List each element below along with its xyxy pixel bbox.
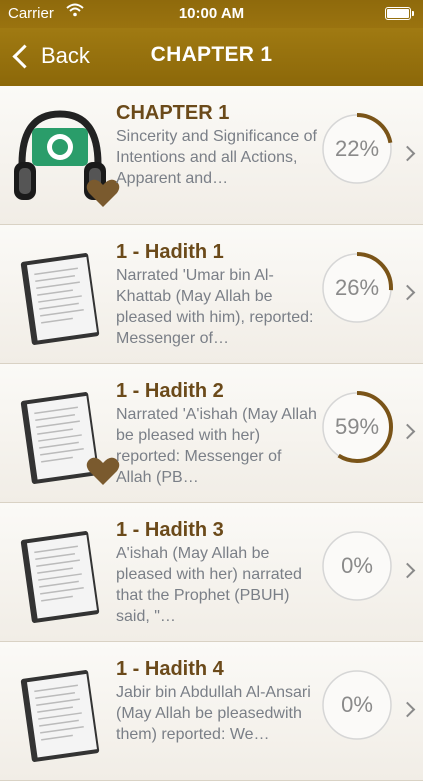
battery-icon [385,7,414,20]
list-item[interactable]: 1 - Hadith 1 Narrated 'Umar bin Al-Khatt… [0,225,423,364]
chevron-right-icon [399,562,416,579]
progress-percent: 0% [341,553,373,578]
favorite-heart-icon[interactable] [86,178,120,208]
chevron-right-icon [399,423,416,440]
chevron-right-icon [399,145,416,162]
favorite-heart-icon[interactable] [86,456,120,486]
document-icon [20,670,100,762]
progress-percent: 22% [334,136,380,161]
hadith-list: CHAPTER 1 Sincerity and Significance of … [0,86,423,781]
row-description: Sincerity and Significance of Intentions… [116,128,317,187]
status-bar: Carrier 10:00 AM [0,0,423,28]
progress-ring: 0% [318,666,396,744]
progress-ring: 0% [318,527,396,605]
progress-ring: 22% [318,110,396,188]
row-title: 1 - Hadith 2 [116,380,224,402]
progress-ring: 59% [318,388,396,466]
document-icon [20,531,100,623]
row-title: CHAPTER 1 [116,102,230,124]
row-description: Narrated 'A'ishah (May Allah be pleased … [116,406,317,486]
chevron-right-icon [399,284,416,301]
row-description: A'ishah (May Allah be pleased with her) … [116,545,302,625]
row-title: 1 - Hadith 4 [116,658,224,680]
progress-percent: 26% [334,275,380,300]
list-item[interactable]: 1 - Hadith 2 Narrated 'A'ishah (May Alla… [0,364,423,503]
chevron-right-icon [399,701,416,718]
row-title: 1 - Hadith 3 [116,519,224,541]
list-item[interactable]: 1 - Hadith 3 A'ishah (May Allah be pleas… [0,503,423,642]
row-description: Narrated 'Umar bin Al-Khattab (May Allah… [116,267,314,347]
progress-percent: 0% [341,692,373,717]
progress-ring: 26% [318,249,396,327]
page-title: CHAPTER 1 [150,43,273,66]
status-time: 10:00 AM [178,5,245,22]
list-item[interactable]: CHAPTER 1 Sincerity and Significance of … [0,86,423,225]
list-item[interactable]: 1 - Hadith 4 Jabir bin Abdullah Al-Ansar… [0,642,423,781]
progress-percent: 59% [334,414,380,439]
row-description: Jabir bin Abdullah Al-Ansari (May Allah … [116,684,311,743]
document-icon [20,253,100,345]
row-title: 1 - Hadith 1 [116,241,224,263]
navigation-bar: Back CHAPTER 1 [0,28,423,86]
